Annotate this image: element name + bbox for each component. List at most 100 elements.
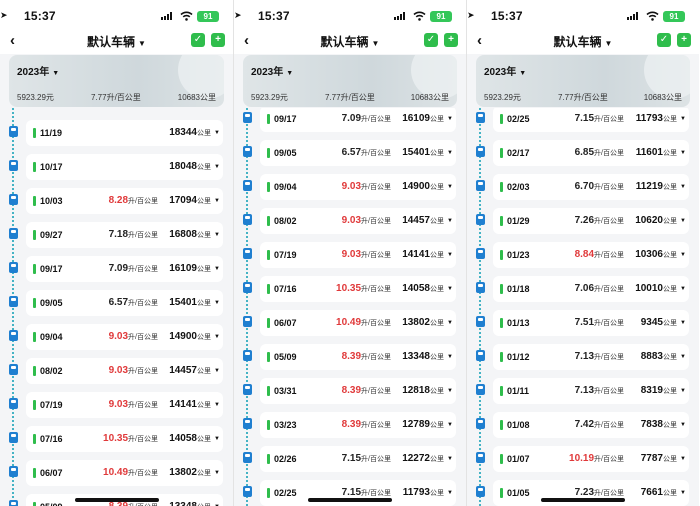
refuel-record-row[interactable]: 01/18 7.06升/百公里 10010公里 ▼ [476, 276, 689, 302]
expand-caret-icon[interactable]: ▼ [214, 368, 220, 374]
expand-caret-icon[interactable]: ▼ [680, 116, 686, 122]
fuel-pump-icon [476, 418, 485, 429]
expand-caret-icon[interactable]: ▼ [447, 422, 453, 428]
refuel-record-row[interactable]: 08/02 9.03升/百公里 14457公里 ▼ [243, 208, 456, 234]
expand-caret-icon[interactable]: ▼ [214, 300, 220, 306]
refuel-record-row[interactable]: 06/07 10.49升/百公里 13802公里 ▼ [9, 460, 223, 486]
refuel-record-row[interactable]: 07/19 9.03升/百公里 14141公里 ▼ [243, 242, 456, 268]
refuel-record-list[interactable]: 02/25 7.15升/百公里 11793公里 ▼ 02/17 6.85升/百公里 1160… [467, 108, 699, 506]
expand-caret-icon[interactable]: ▼ [214, 164, 220, 170]
expand-caret-icon[interactable]: ▼ [447, 286, 453, 292]
expand-caret-icon[interactable]: ▼ [214, 266, 220, 272]
refuel-record-row[interactable]: 09/17 7.09升/百公里 16109公里 ▼ [243, 108, 456, 132]
cellular-signal-icon [394, 12, 406, 20]
expand-caret-icon[interactable]: ▼ [214, 198, 220, 204]
refuel-record-row[interactable]: 03/23 8.39升/百公里 12789公里 ▼ [243, 412, 456, 438]
refuel-record-row[interactable]: 09/05 6.57升/百公里 15401公里 ▼ [9, 290, 223, 316]
expand-caret-icon[interactable]: ▼ [680, 354, 686, 360]
expand-caret-icon[interactable]: ▼ [447, 456, 453, 462]
expand-caret-icon[interactable]: ▼ [447, 150, 453, 156]
expand-caret-icon[interactable]: ▼ [680, 422, 686, 428]
total-cost: 5923.29元 [251, 93, 288, 102]
expand-caret-icon[interactable]: ▼ [214, 232, 220, 238]
year-selector[interactable]: 2023年 ▼ [251, 63, 293, 78]
add-record-button[interactable]: + [444, 33, 458, 47]
refuel-record-row[interactable]: 01/05 7.23升/百公里 7661公里 ▼ [476, 480, 689, 506]
expand-caret-icon[interactable]: ▼ [680, 388, 686, 394]
expand-caret-icon[interactable]: ▼ [447, 116, 453, 122]
year-selector[interactable]: 2023年 ▼ [17, 63, 59, 78]
refuel-record-row[interactable]: 09/17 7.09升/百公里 16109公里 ▼ [9, 256, 223, 282]
refuel-record-row[interactable]: 01/11 7.13升/百公里 8319公里 ▼ [476, 378, 689, 404]
refuel-record-row[interactable]: 02/17 6.85升/百公里 11601公里 ▼ [476, 140, 689, 166]
home-indicator[interactable] [541, 498, 625, 502]
refuel-record-row[interactable]: 02/03 6.70升/百公里 11219公里 ▼ [476, 174, 689, 200]
refuel-record-row[interactable]: 02/25 7.15升/百公里 11793公里 ▼ [243, 480, 456, 506]
refuel-record-row[interactable]: 05/09 8.39升/百公里 13348公里▼ [243, 344, 456, 370]
check-button[interactable]: ✓ [657, 33, 671, 47]
refuel-record-row[interactable]: 09/27 7.18升/百公里 16808公里 ▼ [9, 222, 223, 248]
expand-caret-icon[interactable]: ▼ [214, 402, 220, 408]
refuel-record-row[interactable]: 09/04 9.03升/百公里 14900公里 ▼ [9, 324, 223, 350]
expand-caret-icon[interactable]: ▼ [680, 456, 686, 462]
expand-caret-icon[interactable]: ▼ [447, 354, 453, 360]
record-consumption: 9.03升/百公里 [342, 249, 391, 260]
refuel-record-row[interactable]: 06/07 10.49升/百公里 13802公里 ▼ [243, 310, 456, 336]
expand-caret-icon[interactable]: ▼ [680, 184, 686, 190]
expand-caret-icon[interactable]: ▼ [214, 436, 220, 442]
consumption-value: 7.09 [108, 263, 129, 274]
expand-caret-icon[interactable]: ▼ [680, 320, 686, 326]
record-odometer: 8319公里 [641, 385, 677, 396]
record-consumption: 7.06升/百公里 [575, 283, 624, 294]
expand-caret-icon[interactable]: ▼ [214, 334, 220, 340]
add-record-button[interactable]: + [211, 33, 225, 47]
refuel-record-row[interactable]: 01/23 8.84升/百公里 10306公里 ▼ [476, 242, 689, 268]
refuel-record-row[interactable]: 08/02 9.03升/百公里 14457公里 ▼ [9, 358, 223, 384]
add-record-button[interactable]: + [677, 33, 691, 47]
refuel-record-row[interactable]: 10/17 18048公里 ▼ [9, 154, 223, 180]
refuel-record-list[interactable]: 09/17 7.09升/百公里 16109公里 ▼ 09/05 6.57升/百公里 1540… [234, 108, 466, 506]
refuel-record-row[interactable]: 01/12 7.13升/百公里 8883公里 ▼ [476, 344, 689, 370]
record-date: 02/17 [507, 148, 530, 158]
refuel-record-row[interactable]: 03/31 8.39升/百公里 12818公里 ▼ [243, 378, 456, 404]
home-indicator[interactable] [308, 498, 392, 502]
expand-caret-icon[interactable]: ▼ [447, 218, 453, 224]
refuel-record-row[interactable]: 07/16 10.35升/百公里 14058公里 ▼ [9, 426, 223, 452]
expand-caret-icon[interactable]: ▼ [680, 150, 686, 156]
refuel-record-row[interactable]: 01/13 7.51升/百公里 9345公里 ▼ [476, 310, 689, 336]
expand-caret-icon[interactable]: ▼ [214, 470, 220, 476]
expand-caret-icon[interactable]: ▼ [447, 320, 453, 326]
expand-caret-icon[interactable]: ▼ [680, 218, 686, 224]
odometer-value: 12272 [402, 453, 430, 464]
refuel-record-row[interactable]: 02/26 7.15升/百公里 12272公里 ▼ [243, 446, 456, 472]
odometer-value: 16109 [402, 113, 430, 124]
expand-caret-icon[interactable]: ▼ [680, 252, 686, 258]
refuel-record-row[interactable]: 09/05 6.57升/百公里 15401公里 ▼ [243, 140, 456, 166]
expand-caret-icon[interactable]: ▼ [680, 490, 686, 496]
full-tank-indicator [33, 366, 36, 376]
fuel-pump-icon [476, 146, 485, 157]
refuel-record-row[interactable]: 11/19 18344公里 ▼ [9, 120, 223, 146]
refuel-record-row[interactable]: 09/04 9.03升/百公里 14900公里 ▼ [243, 174, 456, 200]
expand-caret-icon[interactable]: ▼ [680, 286, 686, 292]
odometer-unit: 公里 [663, 320, 677, 327]
refuel-record-row[interactable]: 01/29 7.26升/百公里 10620公里 ▼ [476, 208, 689, 234]
refuel-record-row[interactable]: 01/08 7.42升/百公里 7838公里 ▼ [476, 412, 689, 438]
year-selector[interactable]: 2023年 ▼ [484, 63, 526, 78]
check-button[interactable]: ✓ [424, 33, 438, 47]
refuel-record-row[interactable]: 07/16 10.35升/百公里 14058公里 ▼ [243, 276, 456, 302]
check-button[interactable]: ✓ [191, 33, 205, 47]
refuel-record-row[interactable]: 07/19 9.03升/百公里 14141公里 ▼ [9, 392, 223, 418]
expand-caret-icon[interactable]: ▼ [447, 388, 453, 394]
expand-caret-icon[interactable]: ▼ [447, 184, 453, 190]
odometer-value: 14058 [169, 433, 197, 444]
refuel-record-row[interactable]: 10/03 8.28升/百公里 17094公里 ▼ [9, 188, 223, 214]
expand-caret-icon[interactable]: ▼ [447, 490, 453, 496]
refuel-record-list[interactable]: 11/19 18344公里 ▼ 10/17 18048公里 ▼ 10/03 8.28升/百公里… [0, 108, 233, 506]
refuel-record-row[interactable]: 02/25 7.15升/百公里 11793公里 ▼ [476, 108, 689, 132]
home-indicator[interactable] [74, 498, 159, 502]
refuel-record-row[interactable]: 01/07 10.19升/百公里 7787公里 ▼ [476, 446, 689, 472]
avg-consumption: 7.77升/百公里 [325, 93, 375, 102]
expand-caret-icon[interactable]: ▼ [447, 252, 453, 258]
expand-caret-icon[interactable]: ▼ [214, 130, 220, 136]
